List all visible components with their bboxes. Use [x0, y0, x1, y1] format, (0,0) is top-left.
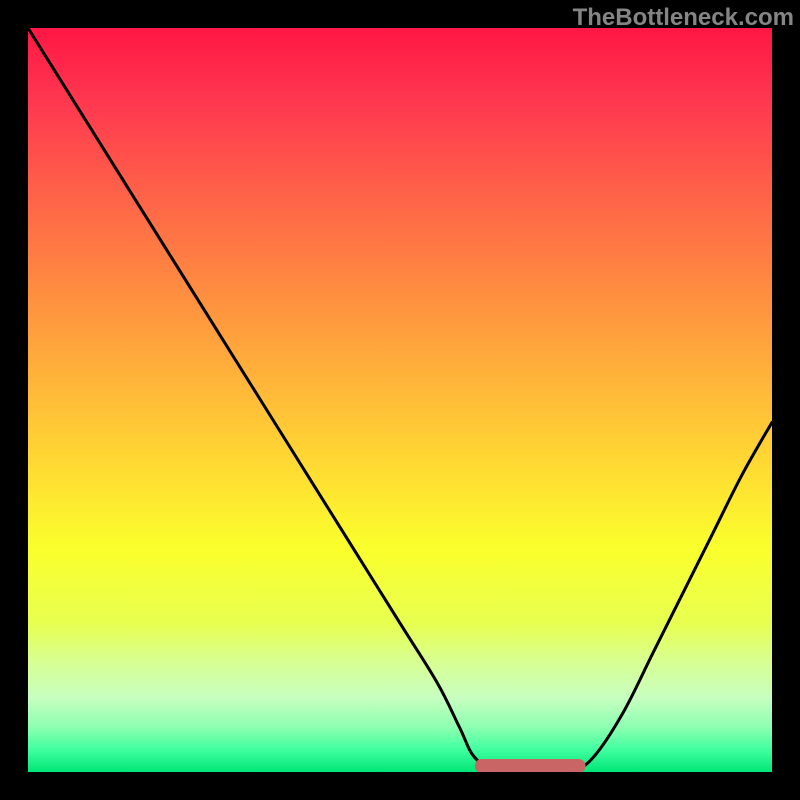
bottleneck-curve-line	[28, 28, 772, 772]
curve-svg	[28, 28, 772, 772]
plot-area	[28, 28, 772, 772]
chart-container: TheBottleneck.com	[0, 0, 800, 800]
